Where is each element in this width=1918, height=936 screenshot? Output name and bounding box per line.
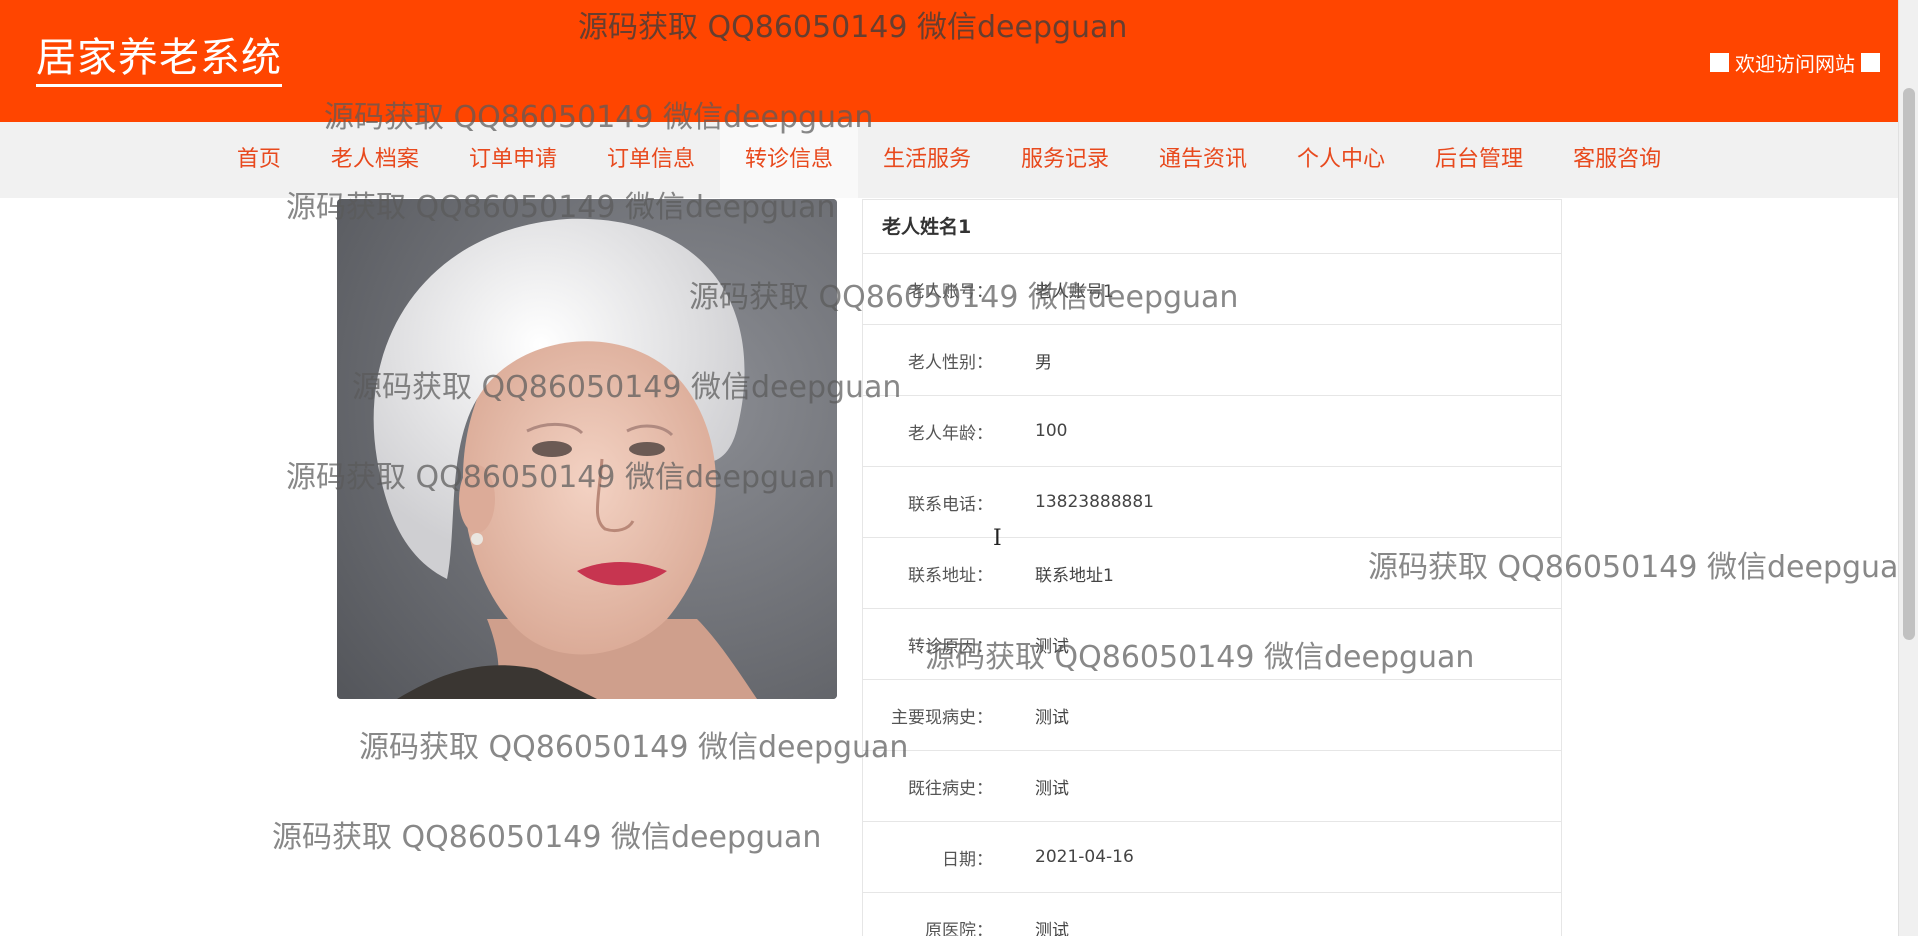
elder-name-title: 老人姓名1 [863,200,1561,254]
nav-item-customer-service[interactable]: 客服咨询 [1548,122,1686,198]
page-scrollbar[interactable] [1898,0,1918,936]
row-value: 男 [1035,352,1052,373]
row-label: 老人账号： [908,281,993,302]
detail-row-current-history: 主要现病史： 测试 [863,680,1561,751]
row-label: 老人年龄： [908,423,993,444]
detail-row-age: 老人年龄： 100 [863,396,1561,467]
detail-row-phone: 联系电话： 13823888881 [863,467,1561,538]
row-label: 联系电话： [908,494,993,515]
elder-portrait-image [337,199,837,699]
nav-item-personal-center[interactable]: 个人中心 [1272,122,1410,198]
row-label: 既往病史： [908,778,993,799]
row-value: 测试 [1035,707,1069,728]
detail-row-address: 联系地址： 联系地址1 [863,538,1561,609]
row-label: 联系地址： [908,565,993,586]
row-value: 100 [1035,421,1068,441]
nav-item-elder-archive[interactable]: 老人档案 [306,122,444,198]
header-bar: 居家养老系统 欢迎访问网站 [0,0,1898,122]
row-value: 老人账号1 [1035,281,1114,302]
row-value: 测试 [1035,778,1069,799]
row-label: 日期： [942,849,993,870]
row-value: 联系地址1 [1035,565,1114,586]
nav-item-order-apply[interactable]: 订单申请 [444,122,582,198]
square-icon [1710,53,1729,72]
welcome-text: 欢迎访问网站 [1735,52,1855,76]
site-logo[interactable]: 居家养老系统 [36,36,282,87]
scrollbar-thumb[interactable] [1903,88,1915,640]
detail-row-original-hospital: 原医院： 测试 [863,893,1561,936]
row-value: 测试 [1035,920,1069,936]
watermark: 源码获取 QQ86050149 微信deepguan [272,820,822,855]
nav-item-referral-info[interactable]: 转诊信息 [719,122,858,198]
detail-row-past-history: 既往病史： 测试 [863,751,1561,822]
row-label: 主要现病史： [891,707,993,728]
detail-row-referral-reason: 转诊原因： 测试 [863,609,1561,680]
nav-item-home[interactable]: 首页 [212,122,306,198]
square-icon [1861,53,1880,72]
welcome-area: 欢迎访问网站 [1710,48,1880,77]
detail-row-gender: 老人性别： 男 [863,325,1561,396]
detail-row-account: 老人账号： 老人账号1 [863,254,1561,325]
nav-item-order-info[interactable]: 订单信息 [582,122,720,198]
row-label: 转诊原因： [908,636,993,657]
main-nav: 首页 老人档案 订单申请 订单信息 转诊信息 生活服务 服务记录 通告资讯 个人… [0,122,1898,198]
nav-item-service-record[interactable]: 服务记录 [996,122,1134,198]
referral-detail-card: 老人姓名1 老人账号： 老人账号1 老人性别： 男 老人年龄： 100 联系电话… [862,199,1562,936]
watermark: 源码获取 QQ86050149 微信deepguan [359,730,909,765]
page: 居家养老系统 欢迎访问网站 首页 老人档案 订单申请 订单信息 转诊信息 生活服… [0,0,1918,936]
row-value: 测试 [1035,636,1069,657]
row-value: 13823888881 [1035,492,1154,512]
row-value: 2021-04-16 [1035,847,1134,867]
nav-item-notices[interactable]: 通告资讯 [1134,122,1272,198]
row-label: 老人性别： [908,352,993,373]
text-cursor-icon: I [993,526,1002,551]
row-label: 原医院： [925,920,993,936]
detail-row-date: 日期： 2021-04-16 [863,822,1561,893]
nav-item-admin[interactable]: 后台管理 [1410,122,1548,198]
nav-item-life-service[interactable]: 生活服务 [858,122,996,198]
elder-photo [337,199,837,699]
